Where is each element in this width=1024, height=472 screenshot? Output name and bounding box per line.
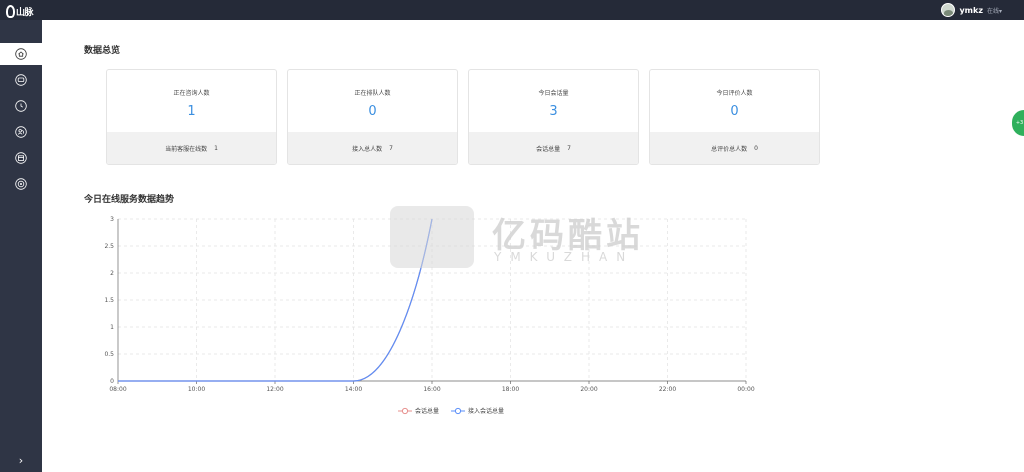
y-tick-label: 1 xyxy=(110,324,114,331)
sidebar-expand-button[interactable]: › xyxy=(0,452,42,468)
x-tick-label: 16:00 xyxy=(423,386,440,393)
y-tick-label: 1.5 xyxy=(104,297,114,304)
x-tick-label: 20:00 xyxy=(580,386,597,393)
sidebar: › xyxy=(0,20,42,472)
sidebar-item-settings[interactable] xyxy=(0,173,42,195)
logo-text: 山脉 xyxy=(16,7,34,18)
x-tick-label: 18:00 xyxy=(502,386,519,393)
legend-label: 会话总量 xyxy=(415,408,440,415)
chart-grid xyxy=(118,218,747,381)
main-content: 数据总览 正在咨询人数 1 当前客服在线数 1 正在排队人数 0 接入总人数 7… xyxy=(42,20,1024,472)
top-bar: 山脉 ymkz 在线▾ xyxy=(0,0,1024,20)
legend-item-total[interactable]: 会话总量 xyxy=(398,406,439,415)
sidebar-item-users[interactable] xyxy=(0,121,42,143)
legend-item-access[interactable]: 接入会话总量 xyxy=(451,406,504,415)
trend-chart: 0 0.5 1 1.5 2 2.5 3 08:00 10:00 12:00 14:00 16:00 18… xyxy=(104,216,754,393)
y-tick-label: 3 xyxy=(110,216,114,223)
y-tick-label: 0.5 xyxy=(104,351,114,358)
users-icon xyxy=(15,126,27,138)
avatar[interactable] xyxy=(941,3,956,17)
chart-axes: 0 0.5 1 1.5 2 2.5 3 08:00 10:00 12:00 14:00 16:00 18… xyxy=(104,216,754,393)
x-tick-label: 14:00 xyxy=(345,386,362,393)
user-status-dropdown[interactable]: 在线▾ xyxy=(987,6,1002,15)
y-tick-label: 2 xyxy=(110,270,114,277)
y-tick-label: 0 xyxy=(110,378,114,385)
chevron-right-icon: › xyxy=(18,453,24,467)
sidebar-item-history[interactable] xyxy=(0,95,42,117)
app-logo[interactable]: 山脉 xyxy=(6,4,36,18)
sidebar-item-chat[interactable] xyxy=(0,69,42,91)
sidebar-item-home[interactable] xyxy=(0,43,42,65)
x-tick-label: 00:00 xyxy=(737,386,754,393)
legend-marker-icon xyxy=(451,407,466,414)
y-tick-label: 2.5 xyxy=(104,243,114,250)
legend-label: 接入会话总量 xyxy=(468,408,505,415)
x-tick-label: 12:00 xyxy=(266,386,283,393)
settings-icon xyxy=(15,178,27,190)
floating-badge-text: +3 xyxy=(1015,120,1024,126)
chart-legend: 会话总量 接入会话总量 xyxy=(398,406,504,415)
x-tick-label: 08:00 xyxy=(109,386,126,393)
user-menu[interactable]: ymkz 在线▾ xyxy=(941,2,1002,18)
chat-icon xyxy=(15,74,27,86)
user-name: ymkz xyxy=(959,5,983,15)
home-icon xyxy=(15,48,27,60)
logo-mark-icon xyxy=(6,4,15,18)
sidebar-item-calendar[interactable] xyxy=(0,147,42,169)
history-icon xyxy=(15,100,27,112)
x-tick-label: 10:00 xyxy=(188,386,205,393)
x-tick-label: 22:00 xyxy=(659,386,676,393)
legend-marker-icon xyxy=(398,407,412,414)
calendar-icon xyxy=(15,152,27,164)
